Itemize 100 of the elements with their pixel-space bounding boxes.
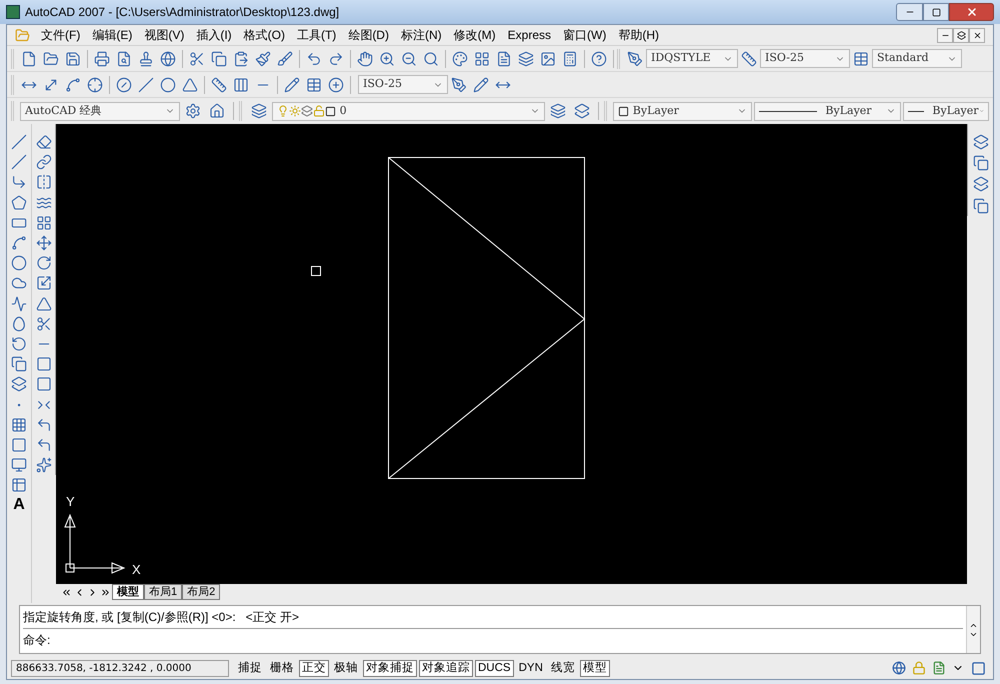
scissors-icon[interactable] [189,50,205,66]
paste-icon[interactable] [233,50,249,66]
menu-item[interactable]: 视图(V) [138,26,190,44]
calculator-icon[interactable] [562,50,578,66]
center-mark-icon[interactable] [328,76,344,92]
house-icon[interactable] [208,103,225,119]
pen-icon[interactable] [451,76,467,92]
status-toggle-button[interactable]: DUCS [475,660,514,676]
status-toggle-button[interactable]: 极轴 [331,660,361,676]
status-toggle-button[interactable]: 线宽 [548,660,578,676]
rotate-icon[interactable] [36,255,52,272]
status-toggle-button[interactable]: DYN [516,660,546,676]
status-toggle-button[interactable]: 对象追踪 [419,660,473,676]
layout-tab[interactable]: 布局1 [144,584,182,600]
save-icon[interactable] [65,50,81,66]
line-icon[interactable] [11,134,27,150]
status-toggle-button[interactable]: 捕捉 [235,660,265,676]
lineweight-dropdown[interactable]: ByLayer [903,102,990,120]
text-style-dropdown[interactable]: IDQSTYLE [646,49,738,68]
help-icon[interactable] [591,50,607,66]
command-scrollbar[interactable] [966,606,980,653]
menu-item[interactable]: 格式(O) [238,26,291,44]
table-icon[interactable] [306,76,322,92]
table-style-icon[interactable] [853,50,869,66]
text-style-icon[interactable] [627,50,643,66]
status-toggle-button[interactable]: 对象捕捉 [363,660,417,676]
menu-item[interactable]: 绘图(D) [342,26,395,44]
menu-item[interactable]: 编辑(E) [86,26,138,44]
pencil-icon[interactable] [284,76,300,92]
array-icon[interactable] [36,214,52,231]
ruler-icon[interactable] [211,76,227,92]
menu-item[interactable]: 修改(M) [448,26,502,44]
communication-icon[interactable] [892,661,906,675]
circle-radius-icon[interactable] [116,76,132,92]
globe-icon[interactable] [160,50,176,66]
spline-icon[interactable] [11,296,27,312]
menu-item[interactable]: 文件(F) [35,26,86,44]
layer-dropdown[interactable]: 0 [272,102,545,120]
search-icon[interactable] [423,50,439,66]
layers-icon[interactable] [250,103,267,119]
ray-icon[interactable] [11,154,27,170]
text-tool-icon[interactable]: A [13,495,25,516]
dimension-style-icon[interactable] [741,50,757,66]
tab-scroll-arrow-icon[interactable] [61,586,72,598]
menu-item[interactable]: Express [502,26,558,44]
linetype-dropdown[interactable]: ByLayer [754,102,902,120]
copy-icon[interactable] [211,50,227,66]
image-icon[interactable] [540,50,556,66]
undo-icon[interactable] [306,50,322,66]
zoom-out-icon[interactable] [401,50,417,66]
layout-tab[interactable]: 布局2 [182,584,220,600]
pentagon-icon[interactable] [11,194,27,211]
layers-icon[interactable] [550,103,566,119]
document-icon[interactable] [496,50,512,66]
dimension-style-dropdown[interactable]: ISO-25 [358,75,448,94]
scale-icon[interactable] [36,275,52,292]
status-toggle-button[interactable]: 栅格 [267,660,297,676]
zoom-in-icon[interactable] [379,50,395,66]
grid-icon[interactable] [474,50,490,66]
move-icon[interactable] [36,235,52,252]
color-dropdown[interactable]: ByLayer [612,102,752,120]
close-button[interactable] [949,3,994,21]
status-toggle-button[interactable]: 模型 [580,660,610,676]
layers-icon[interactable] [518,50,534,66]
hand-icon[interactable] [357,50,373,66]
layer-stack-icon[interactable] [574,103,590,119]
maximize-button[interactable] [923,3,949,21]
menu-item[interactable]: 帮助(H) [612,26,666,44]
arc-dimension-icon[interactable] [65,76,81,92]
paintbrush-icon[interactable] [255,50,271,66]
palette-icon[interactable] [452,50,468,66]
crosshair-icon[interactable] [87,76,103,92]
menu-item[interactable]: 插入(I) [190,26,238,44]
document-close-button[interactable] [969,28,985,42]
new-file-icon[interactable] [21,50,37,66]
menu-item[interactable]: 工具(T) [290,26,342,44]
menu-item[interactable]: 标注(N) [394,26,448,44]
dimension-style-dropdown[interactable]: ISO-25 [760,49,850,68]
arc-icon[interactable] [11,235,27,252]
workspace-dropdown[interactable]: AutoCAD 经典 [20,102,180,120]
trim-icon[interactable] [36,316,52,332]
pencil-icon[interactable] [473,76,489,92]
redo-icon[interactable] [328,50,344,66]
document-status-icon[interactable] [932,661,946,675]
printer-icon[interactable] [94,50,110,66]
slash-icon[interactable] [138,76,154,92]
command-prompt[interactable]: 命令: [23,629,963,651]
status-toggle-button[interactable]: 正交 [299,660,329,676]
mirror-icon[interactable] [36,174,52,190]
document-restore-button[interactable] [953,28,969,42]
stamp-icon[interactable] [138,50,154,66]
table-style-dropdown[interactable]: Standard [872,49,962,68]
tab-scroll-arrow-icon[interactable] [100,586,111,598]
circle-icon[interactable] [11,255,27,272]
document-magnifier-icon[interactable] [116,50,132,66]
layout-tab[interactable]: 模型 [112,584,144,600]
menu-item[interactable]: 窗口(W) [557,26,612,44]
table-icon[interactable] [11,477,27,494]
circle-icon[interactable] [160,76,176,92]
columns-icon[interactable] [233,76,249,92]
